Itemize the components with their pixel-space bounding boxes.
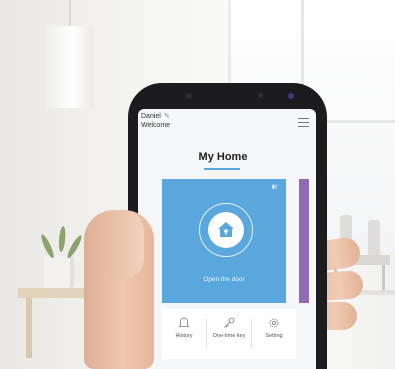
plant-pot	[44, 256, 74, 288]
bell-icon	[178, 317, 190, 327]
battery-icon: ▮▯	[272, 184, 278, 190]
door-card[interactable]: ▮▯ Open the door	[162, 179, 286, 303]
action-bar: History One-time key Setting	[162, 309, 296, 359]
home-icon	[218, 222, 234, 237]
user-name: Daniel	[141, 113, 161, 120]
shelf-leg	[26, 298, 32, 358]
page-title: My Home	[198, 151, 248, 163]
menu-icon[interactable]	[298, 118, 309, 128]
one-time-key-label: One-time key	[212, 333, 246, 339]
door-card-label: Open the door	[203, 276, 245, 283]
setting-button[interactable]: Setting	[252, 309, 296, 359]
setting-label: Setting	[265, 333, 283, 339]
history-label: History	[175, 333, 193, 339]
iris-sensor-icon	[288, 93, 294, 99]
lamp-cord	[69, 0, 71, 26]
thumb	[100, 210, 144, 280]
camera-icon	[186, 93, 192, 99]
sensor-icon	[258, 93, 263, 98]
gear-icon	[269, 318, 279, 328]
next-card-peek[interactable]	[299, 179, 309, 303]
pendant-lamp	[47, 26, 93, 108]
title-underline	[204, 168, 240, 170]
door-button-ring[interactable]	[199, 203, 253, 257]
edit-icon[interactable]: ✎	[164, 112, 170, 121]
user-block: Daniel ✎ Welcome	[141, 112, 170, 130]
greeting: Welcome	[141, 122, 171, 129]
one-time-key-button[interactable]: One-time key	[207, 309, 251, 359]
history-button[interactable]: History	[162, 309, 206, 359]
door-button[interactable]	[208, 212, 244, 248]
phone-screen: Daniel ✎ Welcome My Home ▮▯ Open the doo…	[138, 109, 316, 369]
key-icon	[224, 317, 235, 328]
background-photo: Daniel ✎ Welcome My Home ▮▯ Open the doo…	[0, 0, 395, 369]
